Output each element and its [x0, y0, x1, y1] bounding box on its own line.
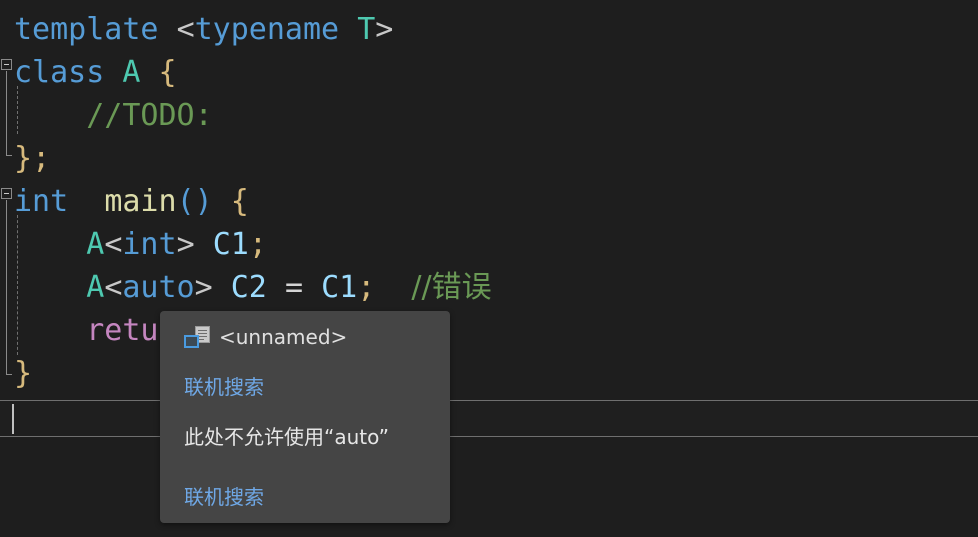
error-tooltip[interactable]: <unnamed> 联机搜索 此处不允许使用“auto” 联机搜索	[160, 311, 450, 523]
code-token: T	[357, 12, 376, 47]
code-token: {	[230, 184, 249, 219]
code-token: C1	[212, 227, 249, 262]
code-line-text: //TODO:	[0, 98, 213, 133]
code-token: A	[122, 55, 141, 90]
code-token: int	[14, 184, 69, 219]
tooltip-header: <unnamed>	[184, 325, 347, 349]
code-token: }	[14, 356, 33, 391]
tooltip-search-online-link-top[interactable]: 联机搜索	[184, 371, 264, 400]
code-token: =	[284, 270, 303, 305]
code-token: class	[14, 55, 123, 90]
code-line-text: int main() {	[0, 184, 249, 219]
error-squiggle	[118, 294, 210, 300]
code-token: >	[375, 12, 394, 47]
code-line-text: }	[0, 356, 32, 391]
code-line[interactable]: retu	[0, 309, 159, 352]
code-line[interactable]: class A {	[0, 51, 177, 94]
code-line-text: template <typename T>	[0, 12, 393, 47]
code-line-text: A<int> C1;	[0, 227, 267, 262]
text-caret	[12, 404, 14, 434]
code-token: //错误	[411, 270, 492, 305]
code-token: ;	[32, 141, 51, 176]
code-editor[interactable]: template <typename T> class A { //TODO:};…	[0, 0, 978, 537]
code-token: >	[176, 227, 195, 262]
code-token: main	[104, 184, 177, 219]
code-line[interactable]: A<auto> C2 = C1; //错误	[0, 266, 492, 309]
current-line-highlight[interactable]	[0, 400, 978, 437]
code-token: C2	[230, 270, 267, 305]
code-token: ()	[176, 184, 213, 219]
code-token: }	[14, 141, 33, 176]
code-line[interactable]: };	[0, 137, 50, 180]
code-line[interactable]: int main() {	[0, 180, 249, 223]
code-token: int	[122, 227, 177, 262]
code-line-text: class A {	[0, 55, 177, 90]
code-token: A	[86, 270, 105, 305]
code-token: <	[104, 227, 123, 262]
code-token: retu	[86, 313, 159, 348]
code-token: ;	[248, 227, 267, 262]
blue-square-glyph	[184, 335, 199, 348]
code-token: C1	[321, 270, 358, 305]
code-token: A	[86, 227, 105, 262]
code-token: template	[14, 12, 177, 47]
tooltip-error-message: 此处不允许使用“auto”	[184, 425, 390, 449]
code-line-text: };	[0, 141, 50, 176]
code-line-text: retu	[0, 313, 159, 348]
code-line[interactable]: //TODO:	[0, 94, 213, 137]
tooltip-title: <unnamed>	[219, 325, 348, 349]
code-token: typename	[194, 12, 340, 47]
code-line[interactable]: template <typename T>	[0, 8, 393, 51]
code-line-text: A<auto> C2 = C1; //错误	[0, 270, 492, 305]
code-line[interactable]: A<int> C1;	[0, 223, 267, 266]
code-token: //TODO:	[14, 98, 213, 133]
code-token: {	[158, 55, 177, 90]
code-token: ;	[357, 270, 376, 305]
code-line[interactable]: }	[0, 352, 32, 395]
code-token: <	[176, 12, 195, 47]
tooltip-search-online-link-bottom[interactable]: 联机搜索	[184, 481, 264, 510]
namespace-icon	[184, 326, 210, 348]
